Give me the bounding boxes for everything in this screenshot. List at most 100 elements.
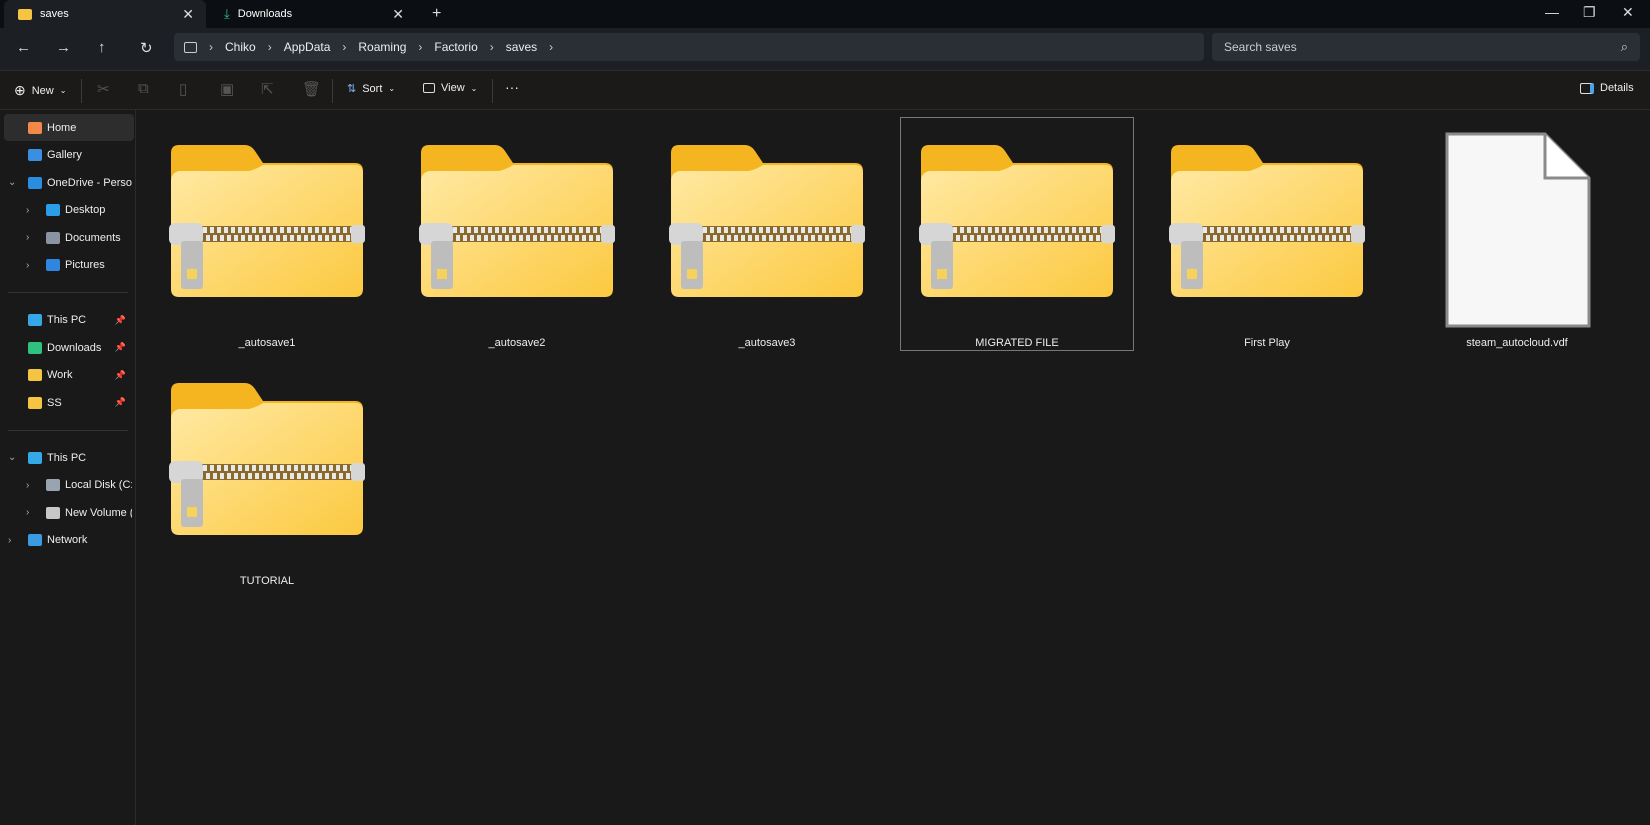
chevron-right-icon: ›: [549, 40, 554, 54]
sidebar-item-label: OneDrive - Personal: [47, 176, 132, 189]
download-icon: ⤓: [224, 6, 230, 21]
sidebar-item-this-pc[interactable]: ⌄ This PC: [4, 444, 134, 471]
sidebar-item-network[interactable]: › Network: [4, 527, 134, 554]
zip-folder-item[interactable]: _autosave2: [400, 117, 634, 351]
computer-icon: [184, 41, 197, 53]
folder-icon: [28, 396, 42, 409]
download-icon: [28, 341, 42, 354]
view-label: View: [441, 82, 465, 94]
refresh-button[interactable]: ↻: [140, 39, 153, 57]
sidebar-item-label: Gallery: [47, 149, 82, 161]
sidebar-item-ss[interactable]: SS 📌: [4, 389, 134, 416]
drive-icon: [46, 506, 60, 519]
new-label: New: [31, 84, 54, 97]
minimize-button[interactable]: —: [1545, 4, 1559, 20]
close-tab-icon[interactable]: ✕: [182, 6, 194, 23]
file-item[interactable]: steam_autocloud.vdf: [1400, 117, 1634, 351]
sidebar-item-gallery[interactable]: Gallery: [4, 142, 134, 169]
tab-label: Downloads: [237, 8, 293, 20]
search-icon: ⌕: [1620, 39, 1628, 54]
drive-icon: [46, 479, 60, 491]
network-icon: [28, 534, 42, 546]
plus-circle-icon: ⊕: [14, 82, 26, 98]
restore-button[interactable]: ❐: [1583, 4, 1596, 21]
home-icon: [28, 121, 42, 134]
zip-folder-item[interactable]: MIGRATED FILE: [900, 117, 1134, 351]
tab-bar: saves ✕ ⤓ Downloads ✕ + — ❐ ✕: [0, 0, 1650, 28]
sidebar-item-onedrive-personal[interactable]: ⌄ OneDrive - Personal: [4, 169, 134, 196]
zip-folder-icon: [919, 145, 1115, 297]
new-button[interactable]: ⊕ New ⌄: [14, 82, 66, 99]
file-name: _autosave3: [738, 337, 796, 349]
chevron-right-icon[interactable]: ›: [26, 232, 29, 243]
sidebar-item-this-pc[interactable]: This PC 📌: [4, 307, 134, 334]
view-button[interactable]: View ⌄: [423, 82, 477, 94]
sort-icon: ⇅: [347, 83, 357, 95]
file-name: First Play: [1244, 337, 1290, 349]
tab-downloads[interactable]: ⤓ Downloads ✕: [210, 0, 416, 28]
divider: [492, 79, 493, 103]
chevron-down-icon[interactable]: ⌄: [8, 452, 16, 463]
chevron-right-icon: ›: [489, 40, 494, 54]
cut-icon[interactable]: ✂: [97, 80, 110, 98]
rename-icon[interactable]: ▣: [220, 80, 234, 98]
pin-icon: 📌: [114, 314, 126, 325]
sidebar-item-label: This PC: [47, 451, 87, 464]
sidebar-item-label: New Volume (D:): [65, 506, 132, 519]
sidebar-item-new-volume-d[interactable]: › New Volume (D:): [4, 499, 134, 526]
zip-folder-item[interactable]: TUTORIAL: [150, 355, 384, 589]
breadcrumb-item[interactable]: AppData: [284, 40, 331, 54]
details-button[interactable]: Details: [1580, 82, 1634, 94]
sidebar-item-documents[interactable]: › Documents: [4, 224, 134, 251]
zip-folder-item[interactable]: _autosave3: [650, 117, 884, 351]
paste-icon[interactable]: ▯: [179, 80, 187, 98]
copy-icon[interactable]: ⧉: [138, 80, 149, 97]
breadcrumb-item[interactable]: Factorio: [434, 40, 477, 54]
pictures-icon: [46, 259, 60, 271]
file-name: MIGRATED FILE: [975, 337, 1059, 349]
breadcrumb-item[interactable]: saves: [506, 40, 537, 54]
sidebar-item-work[interactable]: Work 📌: [4, 362, 134, 389]
search-input[interactable]: Search saves ⌕: [1212, 33, 1640, 61]
computer-icon: [28, 451, 42, 464]
chevron-right-icon[interactable]: ›: [26, 205, 29, 216]
delete-icon[interactable]: 🗑: [302, 80, 321, 98]
search-placeholder: Search saves: [1224, 40, 1297, 54]
more-options-button[interactable]: ···: [505, 79, 519, 95]
close-tab-icon[interactable]: ✕: [392, 6, 404, 23]
sidebar-item-local-disk-c[interactable]: › Local Disk (C:): [4, 472, 134, 499]
address-row: ← → ↑ ↻ › Chiko › AppData › Roaming › Facto…: [0, 28, 1650, 70]
breadcrumb[interactable]: › Chiko › AppData › Roaming › Factorio › sav…: [174, 33, 1204, 61]
view-icon: [423, 83, 435, 93]
sidebar-item-downloads[interactable]: Downloads 📌: [4, 334, 134, 361]
chevron-right-icon[interactable]: ›: [26, 260, 29, 271]
close-button[interactable]: ✕: [1622, 4, 1634, 21]
zip-folder-item[interactable]: First Play: [1150, 117, 1384, 351]
sidebar-item-home[interactable]: Home: [4, 114, 134, 141]
up-button[interactable]: ↑: [98, 39, 106, 56]
file-grid: _autosave1 _autosave2 _autosave3 MIGRATE…: [137, 110, 1650, 825]
chevron-right-icon[interactable]: ›: [26, 480, 29, 491]
share-icon[interactable]: ⇱: [261, 80, 274, 98]
breadcrumb-item[interactable]: Chiko: [225, 40, 256, 54]
forward-button[interactable]: →: [56, 39, 71, 56]
breadcrumb-item[interactable]: Roaming: [358, 40, 406, 54]
zip-folder-item[interactable]: _autosave1: [150, 117, 384, 351]
chevron-right-icon[interactable]: ›: [8, 535, 11, 546]
pin-icon: 📌: [114, 342, 126, 352]
back-button[interactable]: ←: [16, 39, 31, 56]
file-name: steam_autocloud.vdf: [1466, 337, 1568, 349]
new-tab-button[interactable]: +: [432, 5, 441, 23]
tab-saves[interactable]: saves ✕: [4, 0, 206, 28]
zip-folder-icon: [669, 145, 865, 297]
sidebar-item-desktop[interactable]: › Desktop: [4, 197, 134, 224]
chevron-down-icon: ⌄: [388, 84, 396, 93]
chevron-down-icon[interactable]: ⌄: [8, 177, 16, 188]
onedrive-icon: [28, 176, 42, 189]
sidebar-item-pictures[interactable]: › Pictures: [4, 252, 134, 279]
zip-folder-icon: [169, 383, 365, 535]
sidebar-item-label: Local Disk (C:): [65, 479, 132, 491]
chevron-right-icon[interactable]: ›: [26, 507, 29, 518]
zip-folder-icon: [1169, 145, 1365, 297]
sort-button[interactable]: ⇅ Sort ⌄: [347, 82, 396, 96]
